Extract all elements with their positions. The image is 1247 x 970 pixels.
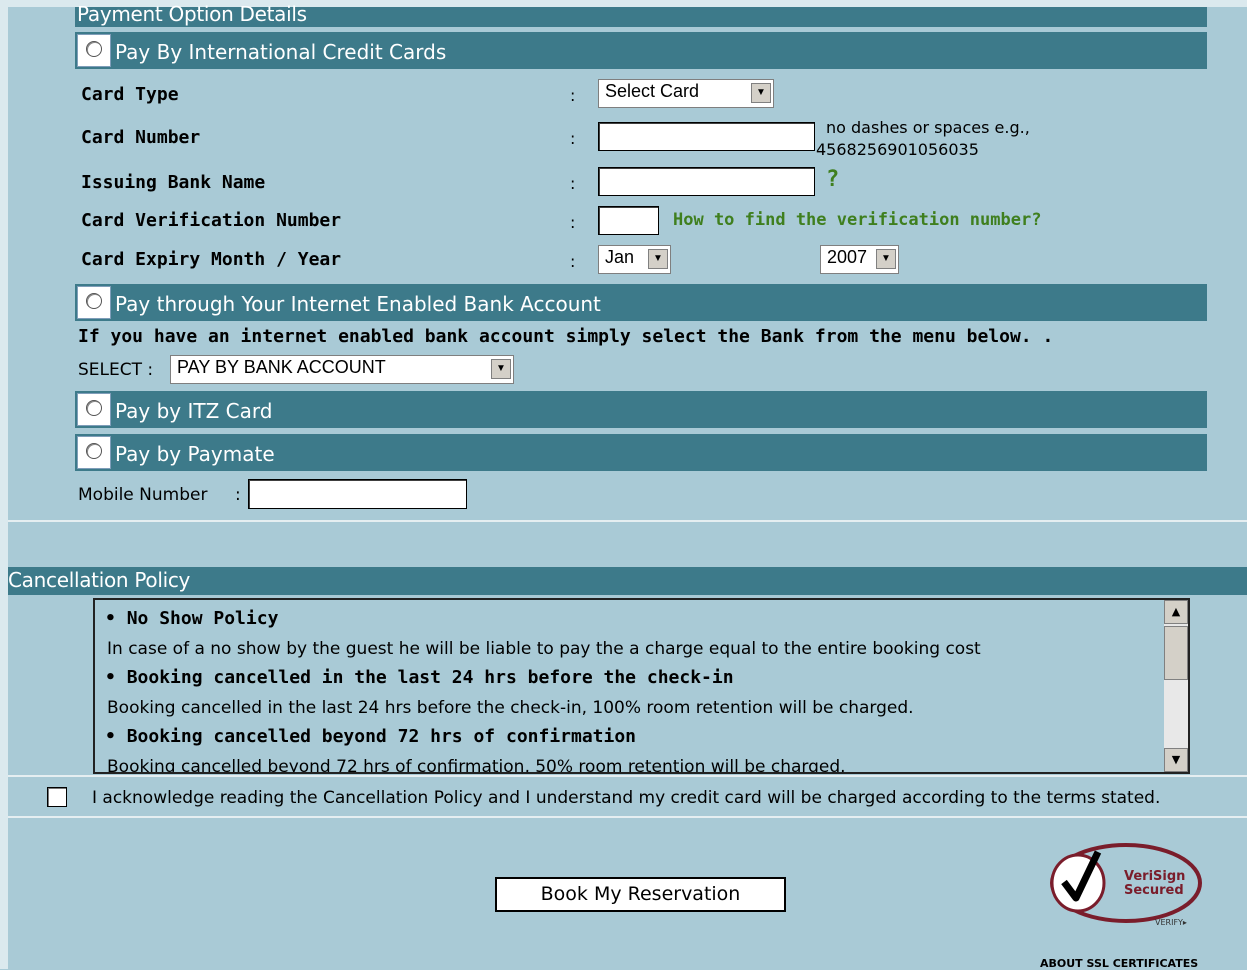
- chevron-down-icon[interactable]: ▼: [876, 249, 896, 269]
- credit-cards-radio[interactable]: [86, 41, 102, 57]
- acknowledge-checkbox[interactable]: [47, 787, 67, 807]
- option-credit-cards[interactable]: Pay By International Credit Cards: [75, 32, 1207, 69]
- itz-radio[interactable]: [86, 400, 102, 416]
- option-label: Pay by ITZ Card: [115, 399, 273, 423]
- payment-header-title: Payment Option Details: [77, 2, 307, 26]
- policy-item-text: In case of a no show by the guest he wil…: [107, 639, 981, 659]
- issuing-bank-label: Issuing Bank Name: [81, 172, 266, 193]
- cvn-label: Card Verification Number: [81, 210, 342, 231]
- cvn-input[interactable]: [598, 206, 659, 235]
- mobile-number-input[interactable]: [248, 479, 467, 509]
- card-number-hint-1: no dashes or spaces e.g.,: [826, 118, 1030, 137]
- chevron-down-icon[interactable]: ▼: [751, 83, 771, 103]
- bank-select[interactable]: PAY BY BANK ACCOUNT ▼: [170, 355, 514, 384]
- option-label: Pay by Paymate: [115, 442, 275, 466]
- seal-line2: Secured: [1124, 883, 1184, 898]
- chevron-down-icon[interactable]: ▼: [648, 249, 668, 269]
- radio-container: [77, 34, 111, 67]
- select-value: PAY BY BANK ACCOUNT: [177, 357, 386, 377]
- policy-item-title: • Booking cancelled in the last 24 hrs b…: [105, 667, 734, 688]
- radio-container: [77, 286, 111, 319]
- expiry-year-select[interactable]: 2007 ▼: [820, 245, 899, 274]
- scroll-thumb[interactable]: [1164, 626, 1188, 680]
- colon: :: [570, 252, 576, 271]
- chevron-down-icon[interactable]: ▼: [491, 359, 511, 379]
- option-paymate[interactable]: Pay by Paymate: [75, 434, 1207, 471]
- section-divider: [8, 775, 1247, 777]
- select-value: 2007: [827, 247, 868, 267]
- issuing-bank-input[interactable]: [598, 167, 815, 196]
- option-label: Pay By International Credit Cards: [115, 40, 447, 64]
- card-number-hint-2: 4568256901056035: [816, 140, 979, 159]
- card-type-select[interactable]: Select Card ▼: [598, 79, 774, 108]
- bank-account-radio[interactable]: [86, 293, 102, 309]
- bank-instruction: If you have an internet enabled bank acc…: [78, 326, 1054, 347]
- mobile-label: Mobile Number: [78, 485, 208, 505]
- colon: :: [570, 174, 576, 193]
- seal-verify: VERIFY▸: [1155, 918, 1187, 927]
- cvn-help-link[interactable]: How to find the verification number?: [673, 210, 1041, 230]
- payment-header: Payment Option Details: [75, 3, 1207, 27]
- policy-item-text: Booking cancelled beyond 72 hrs of confi…: [107, 757, 846, 774]
- cancellation-policy-box[interactable]: • No Show Policy In case of a no show by…: [93, 598, 1190, 774]
- policy-item-text: Booking cancelled in the last 24 hrs bef…: [107, 698, 914, 718]
- bank-help-icon[interactable]: ?: [826, 167, 839, 192]
- select-value: Select Card: [605, 81, 700, 101]
- section-divider: [8, 520, 1247, 522]
- option-itz-card[interactable]: Pay by ITZ Card: [75, 391, 1207, 428]
- paymate-radio[interactable]: [86, 443, 102, 459]
- select-value: Jan: [605, 247, 635, 267]
- mobile-colon: :: [235, 485, 241, 505]
- bank-select-label: SELECT :: [78, 360, 154, 380]
- policy-item-title: • Booking cancelled beyond 72 hrs of con…: [105, 726, 637, 747]
- policy-scrollbar[interactable]: ▲ ▼: [1164, 600, 1188, 772]
- scroll-down-icon[interactable]: ▼: [1164, 748, 1188, 772]
- left-frame: [0, 0, 8, 969]
- radio-container: [77, 436, 111, 469]
- book-reservation-button[interactable]: Book My Reservation: [495, 877, 786, 912]
- scroll-up-icon[interactable]: ▲: [1164, 600, 1188, 624]
- card-number-label: Card Number: [81, 127, 201, 148]
- acknowledge-text: I acknowledge reading the Cancellation P…: [92, 788, 1161, 808]
- cancellation-header: Cancellation Policy: [8, 567, 1247, 595]
- colon: :: [570, 86, 576, 105]
- seal-line1: VeriSign: [1124, 869, 1186, 884]
- policy-item-title: • No Show Policy: [105, 608, 279, 629]
- colon: :: [570, 213, 576, 232]
- expiry-month-select[interactable]: Jan ▼: [598, 245, 671, 274]
- expiry-label: Card Expiry Month / Year: [81, 249, 342, 270]
- option-bank-account[interactable]: Pay through Your Internet Enabled Bank A…: [75, 284, 1207, 321]
- radio-container: [77, 393, 111, 426]
- card-type-label: Card Type: [81, 84, 179, 105]
- card-number-input[interactable]: [598, 122, 815, 151]
- about-ssl-link[interactable]: ABOUT SSL CERTIFICATES: [1040, 957, 1198, 970]
- option-label: Pay through Your Internet Enabled Bank A…: [115, 292, 601, 316]
- colon: :: [570, 129, 576, 148]
- section-divider: [8, 816, 1247, 818]
- verisign-seal[interactable]: VeriSign Secured VERIFY▸: [1048, 838, 1208, 938]
- cancellation-title: Cancellation Policy: [8, 568, 191, 592]
